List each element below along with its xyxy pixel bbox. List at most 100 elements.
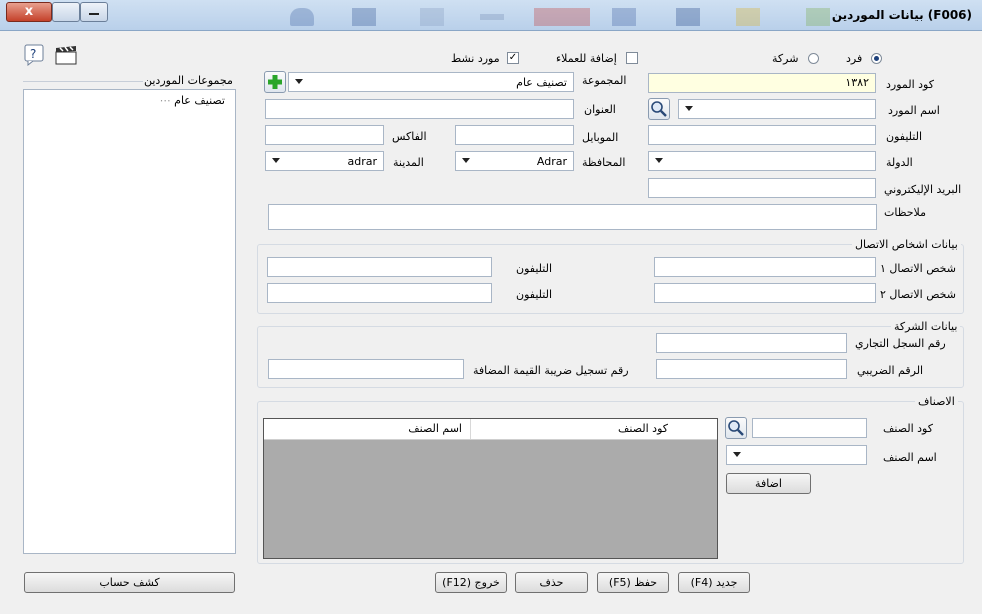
supplier-name-select[interactable] [678, 99, 876, 119]
company-radio[interactable] [808, 53, 819, 64]
governorate-label: المحافظة [582, 156, 626, 169]
item-name-label: اسم الصنف [883, 451, 937, 464]
background-icon [420, 8, 444, 26]
search-item-button[interactable] [725, 417, 747, 439]
exit-button[interactable]: خروج (F12) [435, 572, 507, 593]
background-icon [736, 8, 760, 26]
notes-label: ملاحظات [884, 206, 926, 219]
contact2-field[interactable] [654, 283, 876, 303]
groups-panel-title: مجموعات الموردين [144, 74, 233, 87]
email-label: البريد الإليكتروني [884, 183, 962, 196]
chevron-down-icon [655, 158, 663, 163]
delete-button[interactable]: حذف [515, 572, 588, 593]
save-button[interactable]: حفظ (F5) [597, 572, 669, 593]
contact2-phone-label: التليفون [516, 288, 553, 301]
chevron-down-icon [462, 158, 470, 163]
window-title: (F006) بيانات الموردين [831, 8, 972, 22]
grid-header-name[interactable]: اسم الصنف [264, 419, 470, 439]
vat-reg-field[interactable] [268, 359, 464, 379]
add-to-customers-checkbox[interactable] [626, 52, 638, 64]
background-icon [676, 8, 700, 26]
chevron-down-icon [733, 452, 741, 457]
item-name-select[interactable] [726, 445, 867, 465]
mobile-label: الموبايل [582, 131, 619, 144]
new-button[interactable]: جديد (F4) [678, 572, 750, 593]
item-code-label: كود الصنف [883, 422, 933, 435]
contact2-phone-field[interactable] [267, 283, 492, 303]
background-icon [352, 8, 376, 26]
search-supplier-button[interactable] [648, 98, 670, 120]
governorate-select[interactable]: Adrar [455, 151, 574, 171]
address-field[interactable] [265, 99, 574, 119]
group-value: تصنيف عام [516, 76, 567, 89]
divider [23, 81, 143, 82]
background-icon [612, 8, 636, 26]
magnifier-icon [651, 101, 667, 117]
groups-tree[interactable]: تصنيف عام ⋯ [23, 89, 236, 554]
country-label: الدولة [886, 156, 913, 169]
contact1-phone-field[interactable] [267, 257, 492, 277]
commercial-reg-label: رقم السجل التجاري [855, 337, 946, 350]
clapperboard-icon[interactable] [54, 44, 78, 66]
individual-label: فرد [846, 52, 863, 65]
tax-number-field[interactable] [656, 359, 847, 379]
minimize-button[interactable] [80, 2, 108, 22]
chevron-down-icon [685, 106, 693, 111]
tree-line: ⋯ [159, 94, 171, 107]
background-icon [806, 8, 830, 26]
fax-label: الفاكس [392, 130, 427, 143]
maximize-button[interactable] [52, 2, 80, 22]
phone-field[interactable] [648, 125, 876, 145]
contacts-group-title: بيانات اشخاص الاتصال [852, 238, 961, 251]
chevron-down-icon [295, 79, 303, 84]
tree-item[interactable]: تصنيف عام ⋯ [160, 94, 225, 107]
city-select[interactable]: adrar [265, 151, 384, 171]
background-icon [290, 8, 314, 26]
items-group-title: الاصناف [915, 395, 958, 408]
group-select[interactable]: تصنيف عام [288, 72, 574, 92]
minimize-icon [89, 13, 99, 15]
governorate-value: Adrar [536, 155, 567, 168]
active-supplier-checkbox[interactable]: ✓ [507, 52, 519, 64]
magnifier-icon [728, 420, 744, 436]
country-select[interactable] [648, 151, 876, 171]
name-label: اسم المورد [888, 104, 940, 117]
item-code-field[interactable] [752, 418, 867, 438]
email-field[interactable] [648, 178, 876, 198]
help-icon[interactable]: ? [24, 44, 46, 67]
contact1-field[interactable] [654, 257, 876, 277]
code-label: كود المورد [886, 78, 934, 91]
background-icon [480, 14, 504, 20]
group-label: المجموعة [582, 74, 627, 87]
add-item-button[interactable]: اضافة [726, 473, 811, 494]
title-bar: x (F006) بيانات الموردين [0, 0, 982, 31]
supplier-code-field[interactable]: ١٣٨٢ [648, 73, 876, 93]
phone-label: التليفون [886, 130, 923, 143]
svg-text:?: ? [30, 47, 36, 61]
contact1-phone-label: التليفون [516, 262, 553, 275]
city-label: المدينة [393, 156, 424, 169]
mobile-field[interactable] [455, 125, 574, 145]
vat-reg-label: رقم تسجيل ضريبة القيمة المضافة [473, 364, 629, 377]
contact1-label: شخص الاتصال ١ [880, 262, 956, 275]
tree-item-label: تصنيف عام [174, 94, 225, 107]
grid-header-code[interactable]: كود الصنف [470, 419, 676, 439]
account-statement-button[interactable]: كشف حساب [24, 572, 235, 593]
close-button[interactable]: x [6, 2, 52, 22]
plus-icon [268, 75, 282, 89]
items-grid[interactable]: كود الصنف اسم الصنف [263, 418, 718, 559]
grid-header: كود الصنف اسم الصنف [264, 419, 717, 440]
commercial-reg-field[interactable] [656, 333, 847, 353]
background-icon [534, 8, 590, 26]
add-group-button[interactable] [264, 71, 286, 93]
contact2-label: شخص الاتصال ٢ [880, 288, 956, 301]
notes-field[interactable] [268, 204, 877, 230]
address-label: العنوان [584, 103, 616, 116]
active-supplier-label: مورد نشط [451, 52, 500, 65]
tax-number-label: الرقم الضريبي [857, 364, 924, 377]
add-to-customers-label: إضافة للعملاء [556, 52, 617, 65]
supplier-window: x (F006) بيانات الموردين ? مجموعات المور… [0, 0, 982, 614]
fax-field[interactable] [265, 125, 384, 145]
individual-radio[interactable] [871, 53, 882, 64]
company-group-title: بيانات الشركة [891, 320, 961, 333]
